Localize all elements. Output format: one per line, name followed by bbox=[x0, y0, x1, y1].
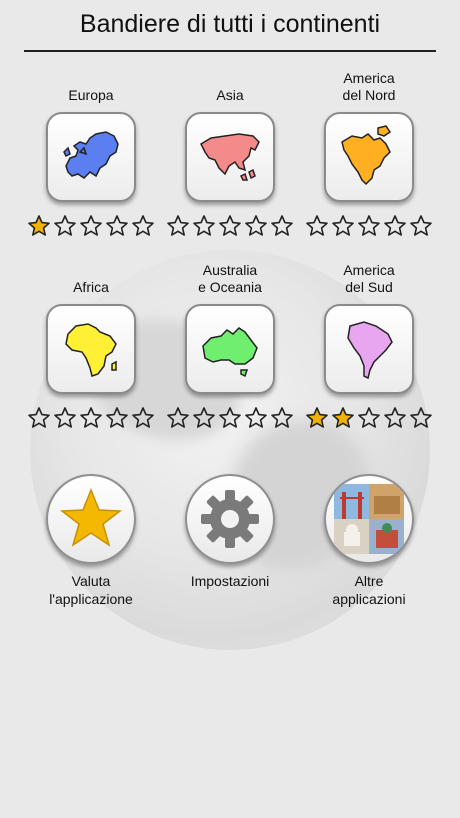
asia-button[interactable] bbox=[185, 112, 275, 202]
star-empty-icon bbox=[332, 215, 354, 236]
oceania-map-icon bbox=[202, 327, 258, 378]
more-apps-label: Altre applicazioni bbox=[332, 573, 406, 607]
europe-button[interactable] bbox=[46, 112, 136, 202]
star-empty-icon bbox=[384, 407, 406, 428]
star-empty-icon bbox=[245, 215, 267, 236]
rating-stars bbox=[27, 214, 155, 238]
rating-stars bbox=[166, 406, 294, 430]
star-empty-icon bbox=[167, 407, 189, 428]
star-empty-icon bbox=[193, 215, 215, 236]
continent-label: Africa bbox=[73, 279, 109, 295]
rate-app-button[interactable] bbox=[46, 474, 136, 564]
star-filled-icon bbox=[28, 215, 50, 236]
star-empty-icon bbox=[410, 407, 432, 428]
rating-stars bbox=[305, 406, 433, 430]
page-title: Bandiere di tutti i continenti bbox=[79, 10, 381, 38]
rate-app-label: Valuta l'applicazione bbox=[49, 573, 133, 607]
rating-stars bbox=[305, 214, 433, 238]
star-empty-icon bbox=[271, 215, 293, 236]
europe-map-icon bbox=[63, 131, 119, 179]
star-empty-icon bbox=[271, 407, 293, 428]
star-empty-icon bbox=[28, 407, 50, 428]
south-america-map-icon bbox=[347, 321, 393, 380]
star-empty-icon bbox=[132, 407, 154, 428]
star-empty-icon bbox=[106, 407, 128, 428]
star-empty-icon bbox=[219, 215, 241, 236]
north-america-button[interactable] bbox=[324, 112, 414, 202]
rating-stars bbox=[166, 214, 294, 238]
continent-label: America del Nord bbox=[342, 70, 396, 103]
south-america-button[interactable] bbox=[324, 304, 414, 394]
title-divider bbox=[24, 50, 436, 52]
continent-label: Europa bbox=[68, 87, 114, 103]
star-filled-icon bbox=[306, 407, 328, 428]
asia-map-icon bbox=[200, 133, 260, 181]
star-empty-icon bbox=[54, 215, 76, 236]
settings-label: Impostazioni bbox=[190, 573, 270, 589]
star-empty-icon bbox=[132, 215, 154, 236]
landmarks-collage-icon bbox=[334, 484, 404, 554]
north-america-map-icon bbox=[341, 125, 392, 186]
africa-map-icon bbox=[65, 323, 117, 377]
continent-label: America del Sud bbox=[343, 262, 395, 295]
star-empty-icon bbox=[54, 407, 76, 428]
star-empty-icon bbox=[384, 215, 406, 236]
star-empty-icon bbox=[219, 407, 241, 428]
continent-label: Asia bbox=[216, 87, 244, 103]
star-empty-icon bbox=[358, 407, 380, 428]
star-empty-icon bbox=[306, 215, 328, 236]
star-empty-icon bbox=[80, 407, 102, 428]
settings-button[interactable] bbox=[185, 474, 275, 564]
star-empty-icon bbox=[193, 407, 215, 428]
star-empty-icon bbox=[358, 215, 380, 236]
africa-button[interactable] bbox=[46, 304, 136, 394]
rating-stars bbox=[27, 406, 155, 430]
oceania-button[interactable] bbox=[185, 304, 275, 394]
star-empty-icon bbox=[410, 215, 432, 236]
star-empty-icon bbox=[245, 407, 267, 428]
more-apps-button[interactable] bbox=[324, 474, 414, 564]
gear-icon bbox=[201, 490, 259, 548]
star-filled-icon bbox=[332, 407, 354, 428]
star-empty-icon bbox=[167, 215, 189, 236]
star-empty-icon bbox=[106, 215, 128, 236]
star-icon bbox=[59, 487, 123, 547]
continent-label: Australia e Oceania bbox=[198, 262, 262, 295]
star-empty-icon bbox=[80, 215, 102, 236]
